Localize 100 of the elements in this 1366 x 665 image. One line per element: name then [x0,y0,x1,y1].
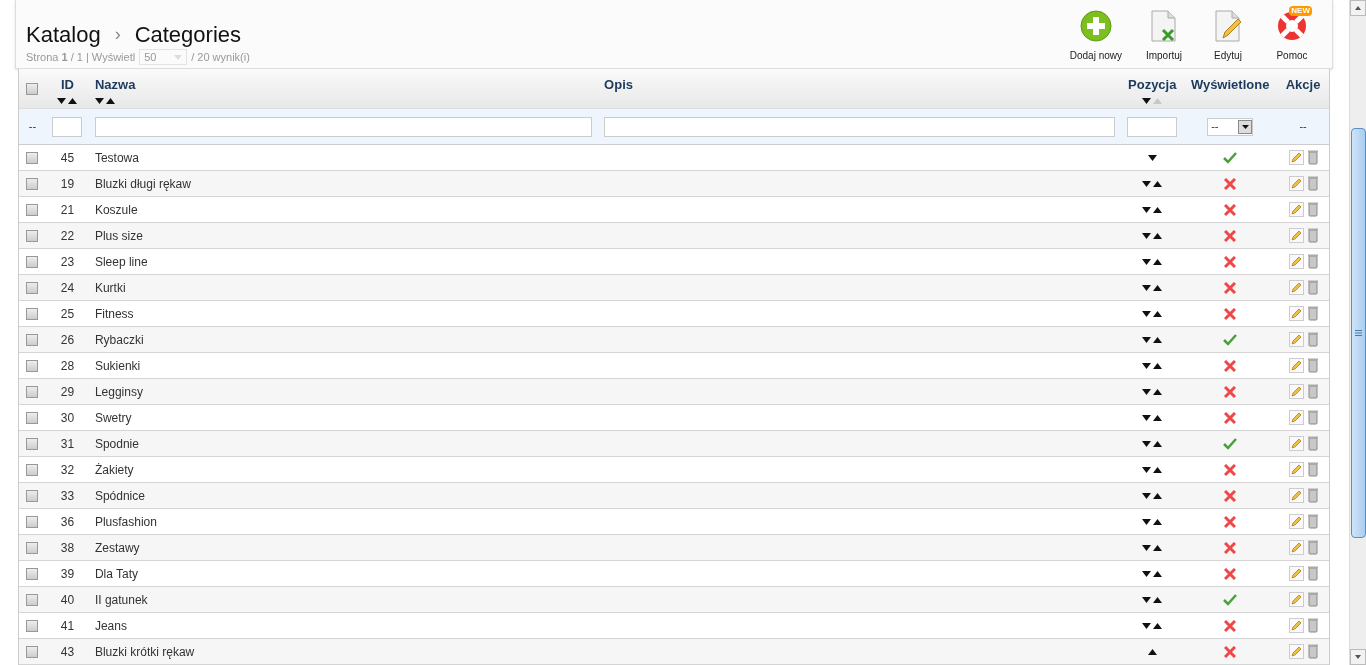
sort-up-icon[interactable] [1153,570,1163,577]
scrollbar-thumb[interactable] [1350,127,1366,538]
column-header[interactable]: Nazwa [94,75,136,95]
sort-down-icon[interactable] [1142,518,1152,525]
sort-up-icon[interactable] [68,97,78,104]
pencil-icon[interactable] [1288,254,1304,269]
pencil-icon[interactable] [1288,280,1304,295]
row-checkbox[interactable] [26,203,39,216]
cross-icon[interactable] [1224,177,1237,190]
position-filter-field[interactable] [1127,116,1178,137]
sort-down-icon[interactable] [1142,466,1152,473]
row-checkbox[interactable] [26,281,39,294]
row-checkbox[interactable] [26,359,39,372]
sort-up-icon[interactable] [105,97,115,104]
pencil-icon[interactable] [1288,306,1304,321]
pencil-icon[interactable] [1288,176,1304,191]
sort-up-icon[interactable] [1153,284,1163,291]
cross-icon[interactable] [1224,489,1237,502]
sort-up-icon[interactable] [1147,648,1157,655]
check-icon[interactable] [1223,437,1238,450]
cross-icon[interactable] [1224,411,1237,424]
displayed-filter-select[interactable]: -- [1207,117,1254,136]
sort-up-icon[interactable] [1153,206,1163,213]
cross-icon[interactable] [1224,385,1237,398]
sort-up-icon[interactable] [1153,180,1163,187]
pencil-icon[interactable] [1288,514,1304,529]
column-header[interactable]: Wyświetlone [1190,75,1270,95]
select-all-checkbox[interactable] [26,83,39,95]
sort-down-icon[interactable] [1142,596,1152,603]
sort-down-icon[interactable] [57,97,67,104]
trash-icon[interactable] [1307,566,1318,581]
pencil-icon[interactable] [1288,644,1304,659]
sort-down-icon[interactable] [1142,232,1152,239]
sort-up-icon[interactable] [1153,492,1163,499]
sort-up-icon[interactable] [1153,232,1163,239]
sort-up-icon[interactable] [1153,414,1163,421]
sort-up-icon[interactable] [1153,544,1163,551]
sort-down-icon[interactable] [1142,440,1152,447]
trash-icon[interactable] [1307,592,1318,607]
pencil-icon[interactable] [1288,150,1304,165]
row-checkbox[interactable] [26,385,39,398]
trash-icon[interactable] [1307,644,1318,659]
sort-down-icon[interactable] [1142,544,1152,551]
row-checkbox[interactable] [26,515,39,528]
scroll-up-icon[interactable] [1350,0,1366,16]
toolbar-button[interactable]: Dodaj nowy [1069,10,1122,63]
pencil-icon[interactable] [1288,592,1304,607]
check-icon[interactable] [1223,333,1238,346]
sort-up-icon[interactable] [1153,336,1163,343]
scrollbar[interactable] [1349,0,1366,665]
sort-down-icon[interactable] [1147,154,1157,161]
row-checkbox[interactable] [26,489,39,502]
sort-down-icon[interactable] [1142,206,1152,213]
sort-down-icon[interactable] [1142,258,1152,265]
pencil-icon[interactable] [1288,202,1304,217]
column-header[interactable]: Pozycja [1128,75,1177,95]
row-checkbox[interactable] [26,177,39,190]
check-icon[interactable] [1223,593,1238,606]
sort-down-icon[interactable] [1142,388,1152,395]
pencil-icon[interactable] [1288,410,1304,425]
trash-icon[interactable] [1307,384,1318,399]
column-header[interactable]: ID [60,75,74,95]
cross-icon[interactable] [1224,203,1237,216]
row-checkbox[interactable] [26,437,39,450]
cross-icon[interactable] [1224,281,1237,294]
trash-icon[interactable] [1307,618,1318,633]
row-checkbox[interactable] [26,151,39,164]
sort-up-icon[interactable] [1153,362,1163,369]
row-checkbox[interactable] [26,411,39,424]
trash-icon[interactable] [1307,462,1318,477]
trash-icon[interactable] [1307,150,1318,165]
pencil-icon[interactable] [1288,462,1304,477]
sort-up-icon[interactable] [1153,518,1163,525]
cross-icon[interactable] [1224,307,1237,320]
pencil-icon[interactable] [1288,384,1304,399]
trash-icon[interactable] [1307,254,1318,269]
row-checkbox[interactable] [26,645,39,658]
trash-icon[interactable] [1307,280,1318,295]
sort-down-icon[interactable] [94,97,104,104]
id-filter-field[interactable] [52,116,83,137]
cross-icon[interactable] [1224,645,1237,658]
trash-icon[interactable] [1307,488,1318,503]
cross-icon[interactable] [1224,567,1237,580]
cross-icon[interactable] [1224,359,1237,372]
column-header[interactable]: Opis [604,75,633,95]
sort-down-icon[interactable] [1142,362,1152,369]
sort-up-icon[interactable] [1153,388,1163,395]
toolbar-button[interactable]: Importuj [1142,10,1186,63]
trash-icon[interactable] [1307,306,1318,321]
cross-icon[interactable] [1224,541,1237,554]
trash-icon[interactable] [1307,332,1318,347]
pencil-icon[interactable] [1288,228,1304,243]
toolbar-button[interactable]: Edytuj [1206,10,1250,63]
row-checkbox[interactable] [26,255,39,268]
cross-icon[interactable] [1224,229,1237,242]
pencil-icon[interactable] [1288,540,1304,555]
sort-down-icon[interactable] [1142,622,1152,629]
sort-up-icon[interactable] [1153,596,1163,603]
trash-icon[interactable] [1307,358,1318,373]
pencil-icon[interactable] [1288,358,1304,373]
